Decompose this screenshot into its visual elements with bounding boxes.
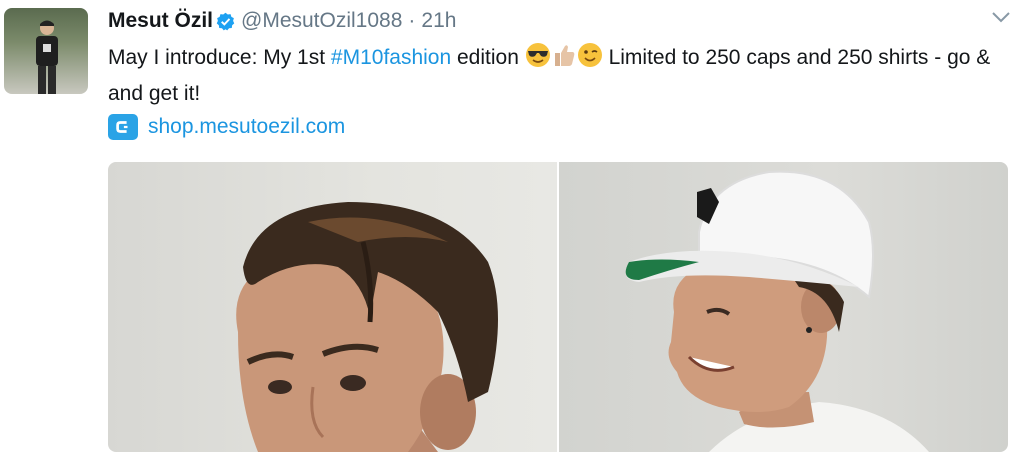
sunglasses-face-emoji — [525, 42, 551, 68]
chevron-down-icon[interactable] — [990, 8, 1012, 26]
photo-left[interactable] — [108, 162, 557, 452]
shop-link-icon — [108, 114, 138, 140]
shop-link[interactable]: shop.mesutoezil.com — [108, 112, 345, 142]
hashtag-link[interactable]: #M10fashion — [331, 46, 451, 69]
user-handle[interactable]: @MesutOzil1088 — [241, 9, 402, 33]
tweet-text: May I introduce: My 1st #M10fashion edit… — [108, 40, 1008, 112]
photo-right-portrait — [625, 170, 929, 452]
winking-face-emoji — [577, 42, 603, 68]
photo-left-portrait — [236, 202, 498, 452]
verified-badge-icon — [216, 12, 235, 31]
tweet-text-part-1: May I introduce: My 1st — [108, 46, 331, 69]
thumbs-up-emoji — [551, 42, 577, 68]
tweet-header: Mesut Özil @MesutOzil1088 · 21h — [108, 6, 456, 36]
separator-dot: · — [408, 9, 416, 32]
tweet-media[interactable] — [108, 162, 1008, 452]
tweet-text-part-2: edition — [451, 46, 525, 69]
avatar-person-figure — [36, 20, 58, 94]
display-name[interactable]: Mesut Özil — [108, 9, 213, 33]
shop-link-text[interactable]: shop.mesutoezil.com — [148, 115, 345, 139]
tweet-timestamp[interactable]: 21h — [421, 9, 456, 33]
photo-right[interactable] — [559, 162, 1008, 452]
avatar[interactable] — [4, 8, 88, 94]
